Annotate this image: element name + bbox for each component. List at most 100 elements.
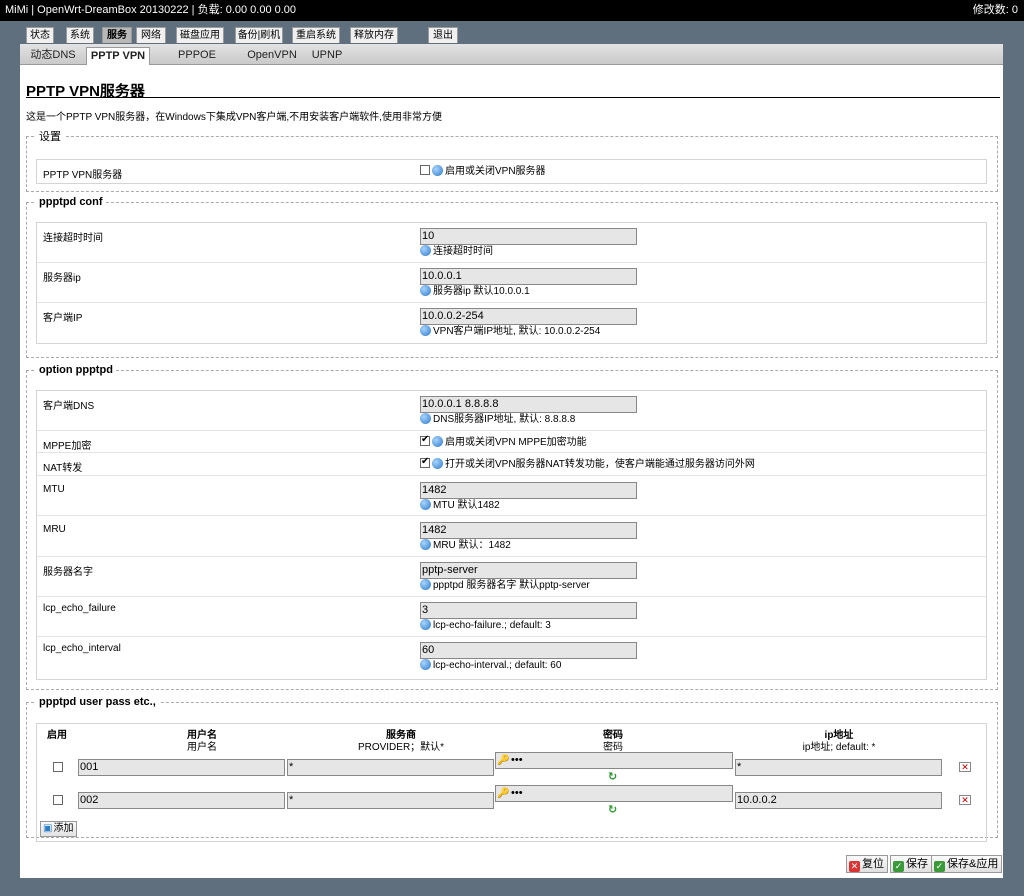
server-row: PPTP VPN服务器 启用或关闭VPN服务器 bbox=[37, 160, 986, 183]
tab-disk-apps[interactable]: 磁盘应用 bbox=[176, 27, 224, 43]
ip-input[interactable]: * bbox=[735, 759, 942, 776]
title-divider bbox=[26, 97, 1000, 98]
nat-hint: 打开或关闭VPN服务器NAT转发功能，使客户端能通过服务器访问外网 bbox=[445, 459, 755, 470]
col-ip-sub: ip地址; default: * bbox=[802, 742, 876, 753]
mtu-label: MTU bbox=[43, 484, 65, 495]
user-enable-checkbox[interactable] bbox=[53, 762, 63, 772]
server-name-label: 服务器名字 bbox=[43, 567, 93, 578]
dns-hint: DNS服务器IP地址, 默认: 8.8.8.8 bbox=[433, 414, 576, 425]
tab-backup-flash[interactable]: 备份|刷机 bbox=[235, 27, 283, 43]
client-ip-label: 客户端IP bbox=[43, 313, 83, 324]
server-name-hint-wrap: ppptpd 服务器名字 默认pptp-server bbox=[420, 579, 590, 592]
reset-button[interactable]: ✕ 复位 bbox=[846, 855, 888, 873]
timeout-hint: 连接超时时间 bbox=[433, 246, 493, 257]
echo-interval-label: lcp_echo_interval bbox=[43, 643, 121, 654]
page-description: 这是一个PPTP VPN服务器，在Windows下集成VPN客户端,不用安装客户… bbox=[26, 112, 442, 123]
echo-interval-hint-wrap: lcp-echo-interval.; default: 60 bbox=[420, 659, 561, 672]
key-icon: 🔑 bbox=[497, 755, 510, 766]
echo-failure-input[interactable]: 3 bbox=[420, 602, 637, 619]
nat-label: NAT转发 bbox=[43, 463, 83, 474]
key-icon: 🔑 bbox=[497, 788, 510, 799]
tab-system[interactable]: 系统 bbox=[66, 27, 94, 43]
mru-hint-wrap: MRU 默认：1482 bbox=[420, 539, 511, 552]
add-label: 添加 bbox=[53, 823, 74, 834]
mru-input[interactable]: 1482 bbox=[420, 522, 637, 539]
changes-count[interactable]: 修改数: 0 bbox=[973, 0, 1018, 21]
server-label: PPTP VPN服务器 bbox=[43, 170, 123, 181]
help-icon bbox=[420, 539, 431, 550]
tab-logout[interactable]: 退出 bbox=[428, 27, 458, 43]
users-legend: ppptpd user pass etc., bbox=[39, 696, 156, 708]
nat-hint-wrap: 打开或关闭VPN服务器NAT转发功能，使客户端能通过服务器访问外网 bbox=[420, 456, 755, 471]
mppe-hint: 启用或关闭VPN MPPE加密功能 bbox=[445, 437, 587, 448]
subtab-pppoe-server[interactable]: PPPOE SERVER bbox=[156, 47, 238, 78]
option-row-mppe: MPPE加密 启用或关闭VPN MPPE加密功能 bbox=[37, 431, 986, 453]
server-enable-checkbox[interactable] bbox=[420, 165, 430, 175]
server-hint: 启用或关闭VPN服务器 bbox=[445, 166, 546, 177]
subtab-ddns[interactable]: 动态DNS bbox=[28, 47, 78, 65]
save-icon: ✓ bbox=[893, 861, 904, 872]
help-icon bbox=[420, 579, 431, 590]
conf-section: ppptpd conf 连接超时时间 10 连接超时时间 服务器ip 10.0.… bbox=[26, 196, 998, 358]
tab-status[interactable]: 状态 bbox=[26, 27, 54, 43]
client-ip-hint-wrap: VPN客户端IP地址, 默认: 10.0.0.2-254 bbox=[420, 325, 600, 338]
user-enable-checkbox[interactable] bbox=[53, 795, 63, 805]
username-input[interactable]: 002 bbox=[78, 792, 285, 809]
reveal-password-icon[interactable]: ↻ bbox=[608, 772, 619, 783]
mppe-label: MPPE加密 bbox=[43, 441, 92, 452]
option-table: 客户端DNS 10.0.0.1 8.8.8.8 DNS服务器IP地址, 默认: … bbox=[36, 390, 987, 680]
ip-input[interactable]: 10.0.0.2 bbox=[735, 792, 942, 809]
delete-row-button[interactable]: ✕ bbox=[959, 762, 971, 772]
save-apply-button[interactable]: ✓ 保存&应用 bbox=[931, 855, 1003, 873]
mru-label: MRU bbox=[43, 524, 66, 535]
reveal-password-icon[interactable]: ↻ bbox=[608, 805, 619, 816]
dns-input[interactable]: 10.0.0.1 8.8.8.8 bbox=[420, 396, 637, 413]
timeout-input[interactable]: 10 bbox=[420, 228, 637, 245]
mtu-input[interactable]: 1482 bbox=[420, 482, 637, 499]
password-input[interactable]: 🔑 ••• bbox=[495, 785, 733, 802]
subtab-openvpn[interactable]: OpenVPN bbox=[244, 47, 300, 65]
help-icon bbox=[420, 499, 431, 510]
settings-section: 设置 PPTP VPN服务器 启用或关闭VPN服务器 bbox=[26, 128, 998, 192]
nat-checkbox[interactable] bbox=[420, 456, 430, 468]
save-button[interactable]: ✓ 保存 bbox=[890, 855, 932, 873]
client-ip-input[interactable]: 10.0.0.2-254 bbox=[420, 308, 637, 325]
tab-free-memory[interactable]: 释放内存 bbox=[350, 27, 398, 43]
server-ip-hint: 服务器ip 默认10.0.0.1 bbox=[433, 286, 530, 297]
delete-row-button[interactable]: ✕ bbox=[959, 795, 971, 805]
users-section: ppptpd user pass etc., 启用 用户名 用户名 服务商 PR… bbox=[26, 696, 998, 842]
col-username-sub: 用户名 bbox=[187, 742, 217, 753]
echo-interval-input[interactable]: 60 bbox=[420, 642, 637, 659]
option-legend: option ppptpd bbox=[39, 364, 113, 376]
subtab-upnp[interactable]: UPNP bbox=[308, 47, 346, 65]
password-input[interactable]: 🔑 ••• bbox=[495, 752, 733, 769]
server-name-input[interactable]: pptp-server bbox=[420, 562, 637, 579]
server-ip-label: 服务器ip bbox=[43, 273, 81, 284]
users-table: 启用 用户名 用户名 服务商 PROVIDER；默认* 密码 密码 ip地址 i… bbox=[36, 723, 987, 842]
tab-network[interactable]: 网络 bbox=[136, 27, 166, 43]
subtab-pptp-vpn[interactable]: PPTP VPN bbox=[86, 47, 150, 65]
echo-failure-hint-wrap: lcp-echo-failure.; default: 3 bbox=[420, 619, 551, 632]
mppe-checkbox[interactable] bbox=[420, 434, 430, 446]
reset-icon: ✕ bbox=[849, 861, 860, 872]
provider-input[interactable]: * bbox=[287, 759, 494, 776]
save-apply-icon: ✓ bbox=[934, 861, 945, 872]
password-value: ••• bbox=[511, 754, 523, 766]
server-ip-input[interactable]: 10.0.0.1 bbox=[420, 268, 637, 285]
echo-failure-hint: lcp-echo-failure.; default: 3 bbox=[433, 620, 551, 631]
username-input[interactable]: 001 bbox=[78, 759, 285, 776]
tab-reboot[interactable]: 重启系统 bbox=[292, 27, 340, 43]
server-ip-hint-wrap: 服务器ip 默认10.0.0.1 bbox=[420, 285, 530, 298]
help-icon bbox=[420, 659, 431, 670]
option-row-echo-failure: lcp_echo_failure 3 lcp-echo-failure.; de… bbox=[37, 597, 986, 637]
option-row-mru: MRU 1482 MRU 默认：1482 bbox=[37, 516, 986, 557]
server-name-hint: ppptpd 服务器名字 默认pptp-server bbox=[433, 580, 590, 591]
tab-services[interactable]: 服务 bbox=[102, 27, 132, 43]
help-icon bbox=[432, 436, 443, 447]
echo-interval-hint: lcp-echo-interval.; default: 60 bbox=[433, 660, 562, 671]
server-hint-wrap: 启用或关闭VPN服务器 bbox=[420, 165, 546, 178]
conf-table: 连接超时时间 10 连接超时时间 服务器ip 10.0.0.1 服务器ip 默认… bbox=[36, 222, 987, 344]
add-button[interactable]: ▣添加 bbox=[40, 821, 78, 837]
provider-input[interactable]: * bbox=[287, 792, 494, 809]
help-icon bbox=[432, 165, 443, 176]
